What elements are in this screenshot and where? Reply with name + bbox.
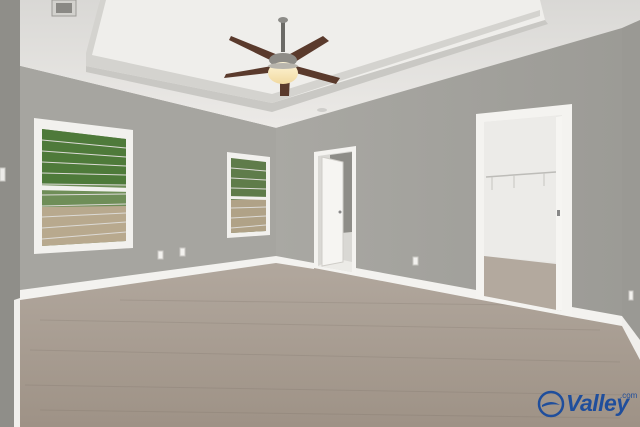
- bedroom-photo: Valley .com: [0, 0, 640, 427]
- outlet: [157, 250, 164, 260]
- fan-downrod: [281, 18, 285, 52]
- doorway-closet: [476, 104, 572, 317]
- room-illustration: [0, 0, 640, 427]
- valley-logo-icon: [537, 390, 565, 418]
- watermark-tld: .com: [620, 391, 638, 400]
- doorway-hall: [314, 146, 356, 276]
- window-middle: [227, 152, 270, 238]
- wall-switch: [0, 167, 6, 182]
- outlet: [179, 247, 186, 257]
- window-left: [34, 118, 133, 254]
- baseboard-left-side: [14, 298, 20, 427]
- outlet: [628, 290, 634, 301]
- outlet: [412, 256, 419, 266]
- watermark-logo: Valley .com: [536, 389, 640, 419]
- ceiling-sensor: [317, 108, 327, 112]
